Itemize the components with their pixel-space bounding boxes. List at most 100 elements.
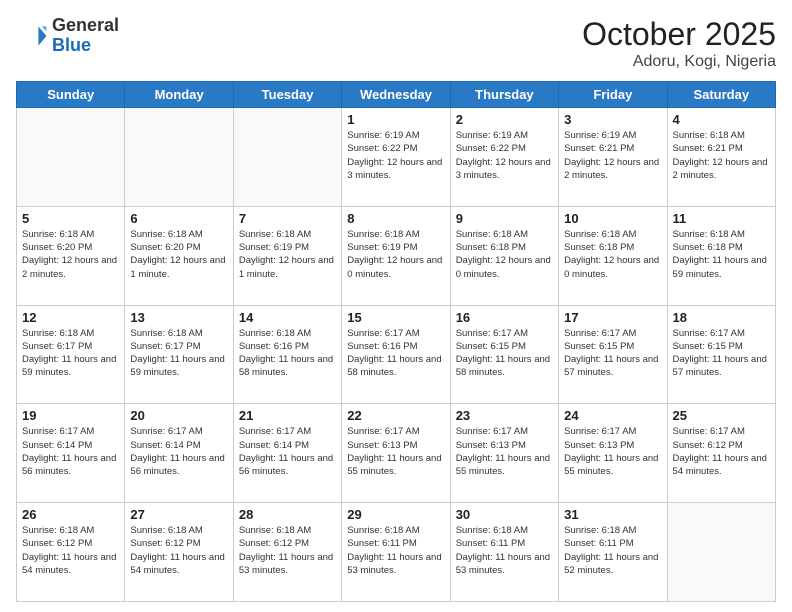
calendar-cell: 11 Sunrise: 6:18 AM Sunset: 6:18 PM Dayli… [667,206,775,305]
logo-blue: Blue [52,35,91,55]
week-row-5: 26 Sunrise: 6:18 AM Sunset: 6:12 PM Dayli… [17,503,776,602]
day-info: Sunrise: 6:17 AM Sunset: 6:15 PM Dayligh… [673,327,770,380]
week-row-2: 5 Sunrise: 6:18 AM Sunset: 6:20 PM Daylig… [17,206,776,305]
day-info: Sunrise: 6:18 AM Sunset: 6:20 PM Dayligh… [130,228,227,281]
week-row-3: 12 Sunrise: 6:18 AM Sunset: 6:17 PM Dayli… [17,305,776,404]
day-info: Sunrise: 6:18 AM Sunset: 6:11 PM Dayligh… [347,524,444,577]
day-info: Sunrise: 6:18 AM Sunset: 6:12 PM Dayligh… [130,524,227,577]
day-number: 6 [130,211,227,226]
calendar-header-friday: Friday [559,82,667,108]
day-number: 27 [130,507,227,522]
day-number: 23 [456,408,553,423]
week-row-4: 19 Sunrise: 6:17 AM Sunset: 6:14 PM Dayli… [17,404,776,503]
day-number: 19 [22,408,119,423]
day-number: 3 [564,112,661,127]
day-number: 22 [347,408,444,423]
day-info: Sunrise: 6:17 AM Sunset: 6:15 PM Dayligh… [456,327,553,380]
day-number: 7 [239,211,336,226]
day-number: 5 [22,211,119,226]
week-row-1: 1 Sunrise: 6:19 AM Sunset: 6:22 PM Daylig… [17,108,776,207]
page: General Blue October 2025 Adoru, Kogi, N… [0,0,792,612]
day-info: Sunrise: 6:18 AM Sunset: 6:19 PM Dayligh… [239,228,336,281]
day-number: 13 [130,310,227,325]
calendar-cell: 25 Sunrise: 6:17 AM Sunset: 6:12 PM Dayli… [667,404,775,503]
calendar-cell: 5 Sunrise: 6:18 AM Sunset: 6:20 PM Daylig… [17,206,125,305]
calendar-cell: 17 Sunrise: 6:17 AM Sunset: 6:15 PM Dayli… [559,305,667,404]
header: General Blue October 2025 Adoru, Kogi, N… [16,16,776,71]
day-number: 31 [564,507,661,522]
day-number: 20 [130,408,227,423]
title-block: October 2025 Adoru, Kogi, Nigeria [582,16,776,71]
day-number: 21 [239,408,336,423]
calendar-cell: 28 Sunrise: 6:18 AM Sunset: 6:12 PM Dayli… [233,503,341,602]
calendar-cell: 19Sunrise: 6:17 AM Sunset: 6:14 PM Dayli… [17,404,125,503]
calendar-cell: 10 Sunrise: 6:18 AM Sunset: 6:18 PM Dayli… [559,206,667,305]
calendar-cell: 22 Sunrise: 6:17 AM Sunset: 6:13 PM Dayli… [342,404,450,503]
calendar-cell: 1 Sunrise: 6:19 AM Sunset: 6:22 PM Daylig… [342,108,450,207]
calendar-cell: 12 Sunrise: 6:18 AM Sunset: 6:17 PM Dayli… [17,305,125,404]
day-info: Sunrise: 6:17 AM Sunset: 6:14 PM Dayligh… [130,425,227,478]
day-info: Sunrise: 6:18 AM Sunset: 6:17 PM Dayligh… [130,327,227,380]
day-info: Sunrise: 6:19 AM Sunset: 6:22 PM Dayligh… [456,129,553,182]
day-number: 8 [347,211,444,226]
day-info: Sunrise: 6:18 AM Sunset: 6:12 PM Dayligh… [22,524,119,577]
calendar-cell: 14 Sunrise: 6:18 AM Sunset: 6:16 PM Dayli… [233,305,341,404]
day-info: Sunrise: 6:17 AM Sunset: 6:12 PM Dayligh… [673,425,770,478]
calendar-cell: 23Sunrise: 6:17 AM Sunset: 6:13 PM Dayli… [450,404,558,503]
day-info: Sunrise: 6:17 AM Sunset: 6:15 PM Dayligh… [564,327,661,380]
calendar-header-wednesday: Wednesday [342,82,450,108]
day-number: 2 [456,112,553,127]
day-info: Sunrise: 6:18 AM Sunset: 6:21 PM Dayligh… [673,129,770,182]
day-info: Sunrise: 6:18 AM Sunset: 6:11 PM Dayligh… [564,524,661,577]
calendar-cell: 24Sunrise: 6:17 AM Sunset: 6:13 PM Dayli… [559,404,667,503]
day-number: 28 [239,507,336,522]
day-number: 18 [673,310,770,325]
day-number: 29 [347,507,444,522]
calendar-cell: 15 Sunrise: 6:17 AM Sunset: 6:16 PM Dayli… [342,305,450,404]
day-number: 4 [673,112,770,127]
calendar-header-thursday: Thursday [450,82,558,108]
day-info: Sunrise: 6:18 AM Sunset: 6:20 PM Dayligh… [22,228,119,281]
day-info: Sunrise: 6:18 AM Sunset: 6:19 PM Dayligh… [347,228,444,281]
calendar-cell: 18 Sunrise: 6:17 AM Sunset: 6:15 PM Dayli… [667,305,775,404]
day-number: 30 [456,507,553,522]
day-info: Sunrise: 6:17 AM Sunset: 6:14 PM Dayligh… [239,425,336,478]
calendar-table: SundayMondayTuesdayWednesdayThursdayFrid… [16,81,776,602]
calendar-header-saturday: Saturday [667,82,775,108]
logo: General Blue [16,16,119,56]
calendar-cell: 9Sunrise: 6:18 AM Sunset: 6:18 PM Daylig… [450,206,558,305]
day-info: Sunrise: 6:18 AM Sunset: 6:18 PM Dayligh… [673,228,770,281]
calendar-cell: 2 Sunrise: 6:19 AM Sunset: 6:22 PM Daylig… [450,108,558,207]
month-title: October 2025 [582,16,776,53]
day-info: Sunrise: 6:17 AM Sunset: 6:13 PM Dayligh… [347,425,444,478]
calendar-cell: 26 Sunrise: 6:18 AM Sunset: 6:12 PM Dayli… [17,503,125,602]
day-number: 11 [673,211,770,226]
calendar-cell: 31 Sunrise: 6:18 AM Sunset: 6:11 PM Dayli… [559,503,667,602]
location-title: Adoru, Kogi, Nigeria [582,53,776,71]
calendar-cell: 13 Sunrise: 6:18 AM Sunset: 6:17 PM Dayli… [125,305,233,404]
day-number: 14 [239,310,336,325]
day-number: 17 [564,310,661,325]
logo-icon [16,20,48,52]
day-info: Sunrise: 6:17 AM Sunset: 6:16 PM Dayligh… [347,327,444,380]
day-number: 10 [564,211,661,226]
day-info: Sunrise: 6:18 AM Sunset: 6:12 PM Dayligh… [239,524,336,577]
day-number: 25 [673,408,770,423]
calendar-cell [233,108,341,207]
day-number: 9 [456,211,553,226]
day-info: Sunrise: 6:18 AM Sunset: 6:17 PM Dayligh… [22,327,119,380]
day-number: 1 [347,112,444,127]
calendar-cell: 20 Sunrise: 6:17 AM Sunset: 6:14 PM Dayli… [125,404,233,503]
day-number: 15 [347,310,444,325]
calendar-cell: 8 Sunrise: 6:18 AM Sunset: 6:19 PM Daylig… [342,206,450,305]
day-number: 26 [22,507,119,522]
day-info: Sunrise: 6:18 AM Sunset: 6:16 PM Dayligh… [239,327,336,380]
day-info: Sunrise: 6:17 AM Sunset: 6:13 PM Dayligh… [564,425,661,478]
day-info: Sunrise: 6:18 AM Sunset: 6:18 PM Dayligh… [564,228,661,281]
calendar-header-monday: Monday [125,82,233,108]
day-number: 12 [22,310,119,325]
calendar-cell [667,503,775,602]
day-info: Sunrise: 6:19 AM Sunset: 6:22 PM Dayligh… [347,129,444,182]
calendar-cell: 6 Sunrise: 6:18 AM Sunset: 6:20 PM Daylig… [125,206,233,305]
calendar-cell [125,108,233,207]
